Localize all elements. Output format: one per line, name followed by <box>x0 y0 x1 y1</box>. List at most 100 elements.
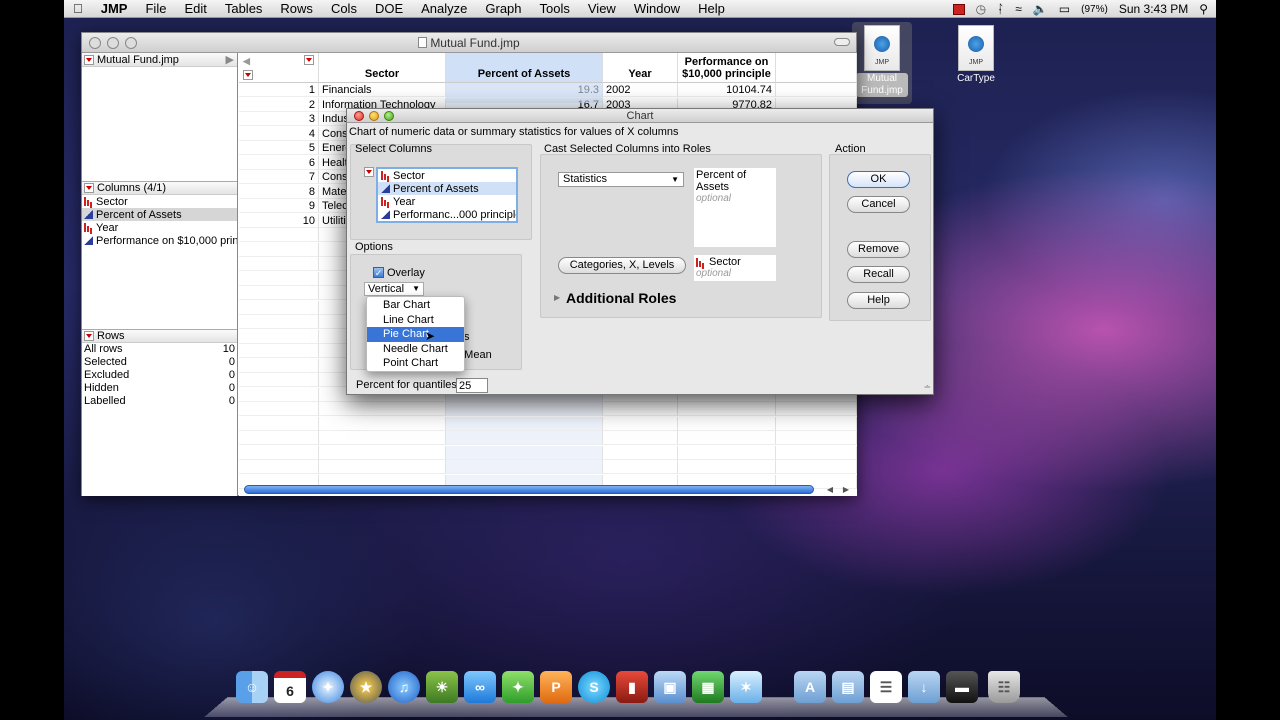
help-button[interactable]: Help <box>847 292 910 309</box>
cell-empty[interactable] <box>776 445 857 460</box>
msn-icon[interactable]: ∞ <box>464 671 496 703</box>
cell-year[interactable] <box>603 445 678 460</box>
columns-header[interactable]: Columns (4/1) <box>82 181 237 195</box>
red-triangle-menu-icon[interactable] <box>243 70 253 80</box>
cell-pct[interactable] <box>446 431 603 445</box>
cell-n[interactable]: 3 <box>239 112 319 126</box>
column-option-sector[interactable]: Sector <box>378 169 516 182</box>
cell-empty[interactable] <box>776 431 857 445</box>
row-number-header[interactable]: ◀ <box>239 53 319 83</box>
close-button[interactable] <box>354 111 364 121</box>
red-triangle-menu-icon[interactable] <box>84 331 94 341</box>
y-role-box[interactable]: Percent of Assets optional <box>694 168 776 247</box>
menu-file[interactable]: File <box>136 1 175 16</box>
close-button[interactable] <box>89 37 101 49</box>
bluetooth-icon[interactable]: ᛛ <box>997 2 1004 16</box>
x-role-box[interactable]: Sector optional <box>694 255 776 281</box>
red-triangle-menu-icon[interactable] <box>84 183 94 193</box>
zoom-button[interactable] <box>125 37 137 49</box>
menu-tools[interactable]: Tools <box>531 1 579 16</box>
column-item-performance[interactable]: Performance on $10,000 princ <box>82 234 237 247</box>
cell-empty[interactable] <box>776 402 857 416</box>
spotlight-search-icon[interactable]: ⚲ <box>1199 2 1208 16</box>
menu-tables[interactable]: Tables <box>216 1 272 16</box>
cell-n[interactable] <box>239 402 319 416</box>
menu-view[interactable]: View <box>579 1 625 16</box>
cell-perf[interactable] <box>678 431 776 445</box>
cell-n[interactable] <box>239 271 319 286</box>
cell-sector[interactable] <box>319 416 446 431</box>
column-option-year[interactable]: Year <box>378 195 516 208</box>
additional-roles-label[interactable]: Additional Roles <box>566 290 676 306</box>
xcode-green-icon[interactable]: ✦ <box>502 671 534 703</box>
downloads-folder-icon[interactable]: ↓ <box>908 671 940 703</box>
quantiles-input[interactable] <box>456 378 488 393</box>
cell-n[interactable]: 8 <box>239 184 319 199</box>
column-item-sector[interactable]: Sector <box>82 195 237 208</box>
menu-item-needle-chart[interactable]: Needle Chart <box>367 342 464 357</box>
red-triangle-menu-icon[interactable] <box>364 167 374 177</box>
pages-orange-icon[interactable]: P <box>540 671 572 703</box>
applications-folder-icon[interactable]: A <box>794 671 826 703</box>
column-item-percent-of-assets[interactable]: Percent of Assets <box>82 208 237 221</box>
cell-pct[interactable] <box>446 460 603 474</box>
column-option-performance[interactable]: Performanc...000 principle <box>378 208 516 221</box>
resize-grip-icon[interactable]: ∸ <box>923 382 931 393</box>
menu-item-pie-chart[interactable]: Pie Chart <box>367 327 464 342</box>
numbers-icon[interactable]: ▦ <box>692 671 724 703</box>
grid-scroll-left-button[interactable]: ◀ <box>827 485 833 494</box>
cell-n[interactable] <box>239 257 319 271</box>
cell-n[interactable]: 4 <box>239 126 319 141</box>
cell-year[interactable] <box>603 402 678 416</box>
ok-button[interactable]: OK <box>847 171 910 188</box>
menu-rows[interactable]: Rows <box>271 1 322 16</box>
cell-n[interactable] <box>239 300 319 315</box>
horizontal-scrollbar[interactable] <box>244 485 814 494</box>
cell-n[interactable] <box>239 431 319 445</box>
photo-booth-icon[interactable]: ▮ <box>616 671 648 703</box>
menu-item-bar-chart[interactable]: Bar Chart <box>367 298 464 313</box>
cell-n[interactable] <box>239 329 319 344</box>
column-header-performance[interactable]: Performance on $10,000 principle <box>678 53 776 83</box>
dialog-titlebar[interactable]: Chart <box>347 109 933 123</box>
cell-pct[interactable] <box>446 402 603 416</box>
cell-n[interactable] <box>239 242 319 257</box>
cell-n[interactable]: 5 <box>239 141 319 155</box>
minimize-button[interactable] <box>369 111 379 121</box>
ical-icon[interactable]: 6 <box>274 671 306 703</box>
cell-n[interactable] <box>239 228 319 242</box>
menu-window[interactable]: Window <box>625 1 689 16</box>
time-machine-icon[interactable]: ◷ <box>976 2 986 16</box>
imovie-star-icon[interactable]: ★ <box>350 671 382 703</box>
menu-jmp[interactable]: JMP <box>92 1 137 16</box>
desktop-icon-cartype[interactable]: JMP CarType <box>946 25 1006 84</box>
orientation-select[interactable]: Vertical ▼ <box>364 282 424 296</box>
wifi-icon[interactable]: ≈ <box>1015 2 1022 16</box>
cell-sector[interactable] <box>319 460 446 474</box>
scroll-left-icon[interactable]: ◀ <box>243 55 250 67</box>
cell-n[interactable] <box>239 387 319 402</box>
disclosure-triangle-icon[interactable]: ▶ <box>554 293 560 302</box>
menu-analyze[interactable]: Analyze <box>412 1 476 16</box>
cell-n[interactable] <box>239 445 319 460</box>
cell-n[interactable] <box>239 358 319 373</box>
cell-n[interactable]: 6 <box>239 155 319 170</box>
cell-n[interactable] <box>239 460 319 474</box>
select-columns-list[interactable]: Sector Percent of Assets Year Performanc… <box>376 167 518 223</box>
cell-perf[interactable] <box>678 445 776 460</box>
column-option-percent-of-assets[interactable]: Percent of Assets <box>378 182 516 195</box>
battery-icon[interactable]: ▭ <box>1059 2 1070 16</box>
cell-n[interactable] <box>239 416 319 431</box>
cell-n[interactable]: 1 <box>239 83 319 97</box>
trash-icon[interactable]: ☷ <box>988 671 1020 703</box>
desktop-icon-mutual-fund[interactable]: JMP Mutual Fund.jmp <box>852 22 912 104</box>
expand-arrow-icon[interactable]: ▶ <box>226 53 234 66</box>
cell-n[interactable] <box>239 373 319 387</box>
cell-sector[interactable] <box>319 445 446 460</box>
clock[interactable]: Sun 3:43 PM <box>1119 2 1188 16</box>
cell-perf[interactable]: 10104.74 <box>678 83 776 97</box>
jmp-dock-icon[interactable]: ✶ <box>730 671 762 703</box>
menu-cols[interactable]: Cols <box>322 1 366 16</box>
menu-edit[interactable]: Edit <box>175 1 215 16</box>
remove-button[interactable]: Remove <box>847 241 910 258</box>
